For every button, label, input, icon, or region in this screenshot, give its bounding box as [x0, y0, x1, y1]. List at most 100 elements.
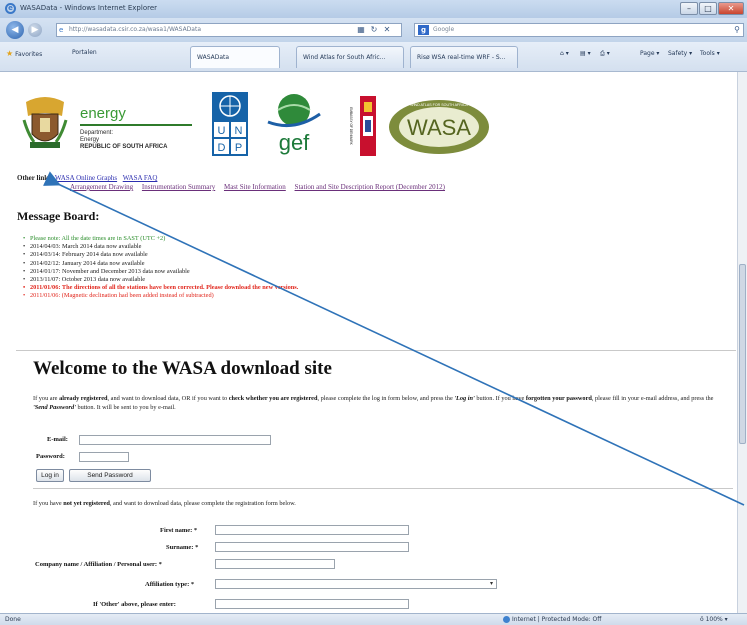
- wasa-logo: WASA WIND ATLAS FOR SOUTH AFRICA: [389, 100, 489, 154]
- forward-arrow-icon: ▶: [31, 25, 39, 35]
- security-zone[interactable]: Internet | Protected Mode: Off: [512, 614, 601, 625]
- minimize-button[interactable]: –: [680, 2, 698, 15]
- favorites-bar: ★ Favorites Portalen WASAData Wind Atlas…: [0, 42, 747, 72]
- tab-label: WASAData: [197, 54, 230, 61]
- print-icon[interactable]: ⎙ ▾: [600, 50, 610, 58]
- message-item: 2014/01/17: November and December 2013 d…: [23, 268, 298, 276]
- dept-line3: REPUBLIC OF SOUTH AFRICA: [80, 144, 168, 150]
- undp-letter-u: U: [218, 125, 226, 137]
- embassy-text: EMBASSY OF DENMARK: [349, 107, 353, 145]
- text-run: already registered: [59, 395, 108, 402]
- undp-letter-n: N: [235, 125, 243, 137]
- link-mast-site-information[interactable]: Mast Site Information: [224, 183, 286, 191]
- vertical-scrollbar[interactable]: [737, 72, 747, 613]
- portalen-link[interactable]: Portalen: [72, 49, 97, 56]
- embassy-logo: EMBASSY OF DENMARK: [338, 92, 378, 160]
- star-icon: ★: [6, 49, 14, 58]
- close-button[interactable]: ✕: [718, 2, 744, 15]
- text-run: not yet registered: [63, 500, 110, 507]
- search-icon[interactable]: ⚲: [734, 24, 740, 36]
- page-menu[interactable]: Page ▾: [640, 50, 659, 57]
- message-item: 2014/03/14: February 2014 data now avail…: [23, 251, 298, 259]
- title-bar: e WASAData - Windows Internet Explorer –…: [0, 0, 747, 18]
- affiliation-type-select[interactable]: ▾: [215, 579, 497, 589]
- favorites-button[interactable]: ★ Favorites: [6, 49, 42, 58]
- text-run: , and want to download data, OR if you w…: [107, 395, 229, 402]
- window-title: WASAData - Windows Internet Explorer: [20, 4, 158, 12]
- link-station-site-report[interactable]: Station and Site Description Report (Dec…: [295, 183, 445, 191]
- text-run: button. If you have: [474, 395, 526, 402]
- first-name-field[interactable]: [215, 525, 409, 535]
- search-field[interactable]: g Google ⚲: [414, 23, 744, 37]
- undp-letter-d: D: [218, 142, 226, 154]
- forward-button[interactable]: ▶: [28, 23, 42, 37]
- search-placeholder: Google: [433, 26, 455, 33]
- browser-window: e WASAData - Windows Internet Explorer –…: [0, 0, 747, 625]
- email-label: E-mail:: [47, 436, 68, 443]
- text-run: check whether you are registered: [228, 395, 318, 402]
- text-run: If you are: [33, 395, 60, 402]
- surname-field[interactable]: [215, 542, 409, 552]
- message-board-list: Please note: All the date times are in S…: [23, 235, 298, 301]
- message-item: 2014/02/12: January 2014 data now availa…: [23, 260, 298, 268]
- energy-wordmark: energy: [80, 105, 126, 122]
- welcome-heading: Welcome to the WASA download site: [33, 358, 332, 379]
- link-arrangement-drawing[interactable]: Arrangement Drawing: [70, 183, 133, 191]
- text-run: , please fill in your e-mail address, an…: [591, 395, 714, 402]
- back-arrow-icon: ◀: [11, 25, 19, 35]
- divider: [16, 350, 736, 351]
- department-text: Department: Energy REPUBLIC OF SOUTH AFR…: [80, 130, 167, 151]
- message-board-title: Message Board:: [17, 209, 100, 223]
- status-bar: Done Internet | Protected Mode: Off ö 10…: [0, 613, 747, 625]
- login-button[interactable]: Log in: [36, 469, 64, 482]
- tab-wind-atlas[interactable]: Wind Atlas for South Afric...: [296, 46, 404, 68]
- zoom-level[interactable]: ö 100% ▾: [700, 614, 728, 625]
- text-run: 'Log in': [454, 395, 475, 402]
- password-label: Password:: [36, 453, 65, 460]
- portalen-label: Portalen: [72, 49, 97, 56]
- refresh-icon[interactable]: ↻: [369, 24, 379, 35]
- link-wasa-faq[interactable]: WASA FAQ: [123, 174, 158, 182]
- gef-wordmark: gef: [279, 130, 310, 155]
- page-viewport: energy Department: Energy REPUBLIC OF SO…: [0, 72, 737, 613]
- feeds-icon[interactable]: ▤ ▾: [580, 50, 591, 57]
- scrollbar-thumb[interactable]: [739, 264, 746, 444]
- message-item: 2011/01/06: The directions of all the st…: [23, 284, 298, 292]
- tab-riso-wsa[interactable]: Risø WSA real-time WRF - S...: [410, 46, 518, 68]
- other-links-label: Other links:: [17, 174, 54, 182]
- links-row1: Other links: WASA Online Graphs WASA FAQ: [17, 174, 452, 183]
- maximize-button[interactable]: □: [699, 2, 717, 15]
- stop-icon[interactable]: ✕: [382, 24, 392, 35]
- safety-menu[interactable]: Safety ▾: [668, 50, 692, 57]
- email-field[interactable]: [79, 435, 271, 445]
- address-bar: ◀ ▶ e http://wasadata.csir.co.za/wasa1/W…: [0, 18, 747, 42]
- compat-view-icon[interactable]: ▦: [356, 24, 366, 35]
- dept-line2: Energy: [80, 137, 100, 143]
- url-field[interactable]: e http://wasadata.csir.co.za/wasa1/WASAD…: [56, 23, 402, 37]
- company-field[interactable]: [215, 559, 335, 569]
- home-icon[interactable]: ⌂ ▾: [560, 50, 569, 57]
- logo-banner: energy Department: Energy REPUBLIC OF SO…: [0, 72, 737, 172]
- text-run: 'Send Password': [33, 404, 76, 411]
- message-item: 2014/04/03: March 2014 data now availabl…: [23, 243, 298, 251]
- undp-letter-p: P: [235, 142, 242, 154]
- password-field[interactable]: [79, 452, 129, 462]
- tab-wasadata[interactable]: WASAData: [190, 46, 280, 68]
- energy-underline: [80, 124, 192, 126]
- other-affiliation-field[interactable]: [215, 599, 409, 609]
- links-row2: Arrangement Drawing Instrumentation Summ…: [17, 183, 452, 192]
- back-button[interactable]: ◀: [6, 21, 24, 39]
- text-run: button. It will be sent to you by e-mail…: [75, 404, 176, 411]
- message-item: 2013/11/07: October 2013 data now availa…: [23, 276, 298, 284]
- registration-intro: If you have not yet registered, and want…: [33, 499, 723, 508]
- ie-logo-icon: e: [5, 3, 16, 14]
- page-icon: e: [59, 26, 64, 34]
- text-run: , please complete the log in form below,…: [317, 395, 455, 402]
- link-instrumentation-summary[interactable]: Instrumentation Summary: [142, 183, 215, 191]
- first-name-label: First name: *: [160, 527, 198, 534]
- tools-menu[interactable]: Tools ▾: [700, 50, 720, 57]
- wasa-wordmark: WASA: [407, 115, 471, 140]
- link-wasa-online-graphs[interactable]: WASA Online Graphs: [55, 174, 117, 182]
- send-password-button[interactable]: Send Password: [69, 469, 151, 482]
- divider: [33, 488, 733, 489]
